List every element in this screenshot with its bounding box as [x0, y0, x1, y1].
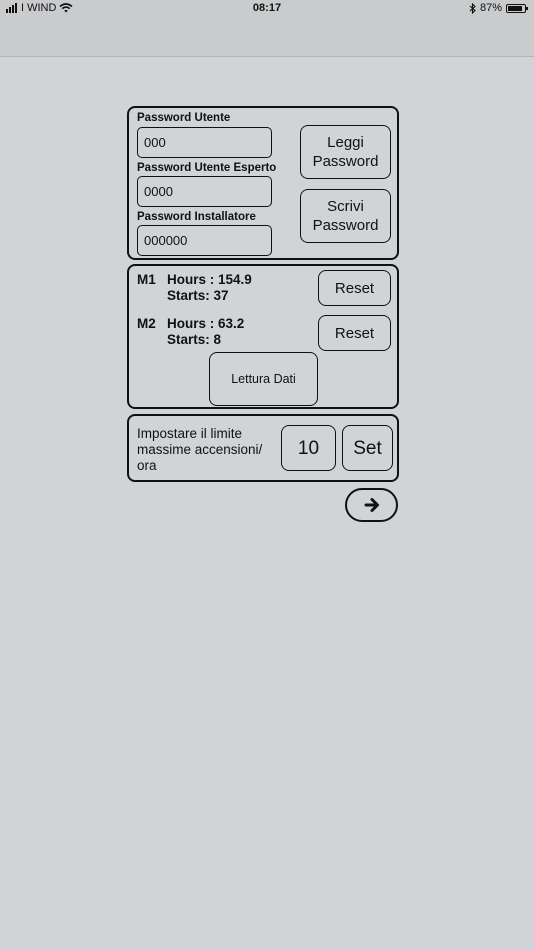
motor-1-reset-button[interactable]: Reset — [318, 270, 391, 306]
start-limit-label: Impostare il limite massime accensioni/ … — [137, 426, 263, 473]
motor-2-id: M2 — [137, 316, 156, 331]
motor-1-id: M1 — [137, 272, 156, 287]
battery-percent: 87% — [479, 2, 502, 14]
start-limit-panel: Impostare il limite massime accensioni/ … — [127, 414, 399, 482]
motor-2-reset-button[interactable]: Reset — [318, 315, 391, 351]
status-right: 87% — [469, 2, 528, 14]
motor-1-hours: Hours : 154.9 — [167, 272, 252, 287]
password-panel: Password Utente 000 Password Utente Espe… — [127, 106, 399, 260]
read-password-button[interactable]: Leggi Password — [300, 125, 391, 179]
motor-panel: M1 Hours : 154.9 Starts: 37 Reset M2 Hou… — [127, 264, 399, 409]
bluetooth-icon — [469, 2, 476, 14]
status-bar: I WIND 08:17 87% — [0, 0, 534, 57]
battery-fill — [508, 5, 522, 11]
installer-password-label: Password Installatore — [137, 211, 256, 223]
battery-icon — [506, 3, 528, 13]
installer-password-field[interactable]: 000000 — [137, 225, 272, 256]
motor-1-starts: Starts: 37 — [167, 288, 229, 303]
set-limit-button[interactable]: Set — [342, 425, 393, 471]
user-password-field[interactable]: 000 — [137, 127, 272, 158]
expert-password-label: Password Utente Esperto — [137, 162, 277, 174]
motor-2-starts: Starts: 8 — [167, 332, 222, 347]
expert-password-field[interactable]: 0000 — [137, 176, 272, 207]
arrow-right-icon — [364, 498, 379, 512]
motor-2-hours: Hours : 63.2 — [167, 316, 245, 331]
next-button[interactable] — [345, 488, 398, 522]
status-time: 08:17 — [252, 2, 282, 14]
write-password-button[interactable]: Scrivi Password — [300, 189, 391, 243]
user-password-label: Password Utente — [137, 112, 231, 124]
start-limit-value-field[interactable]: 10 — [281, 425, 336, 471]
read-data-button[interactable]: Lettura Dati — [209, 352, 318, 406]
